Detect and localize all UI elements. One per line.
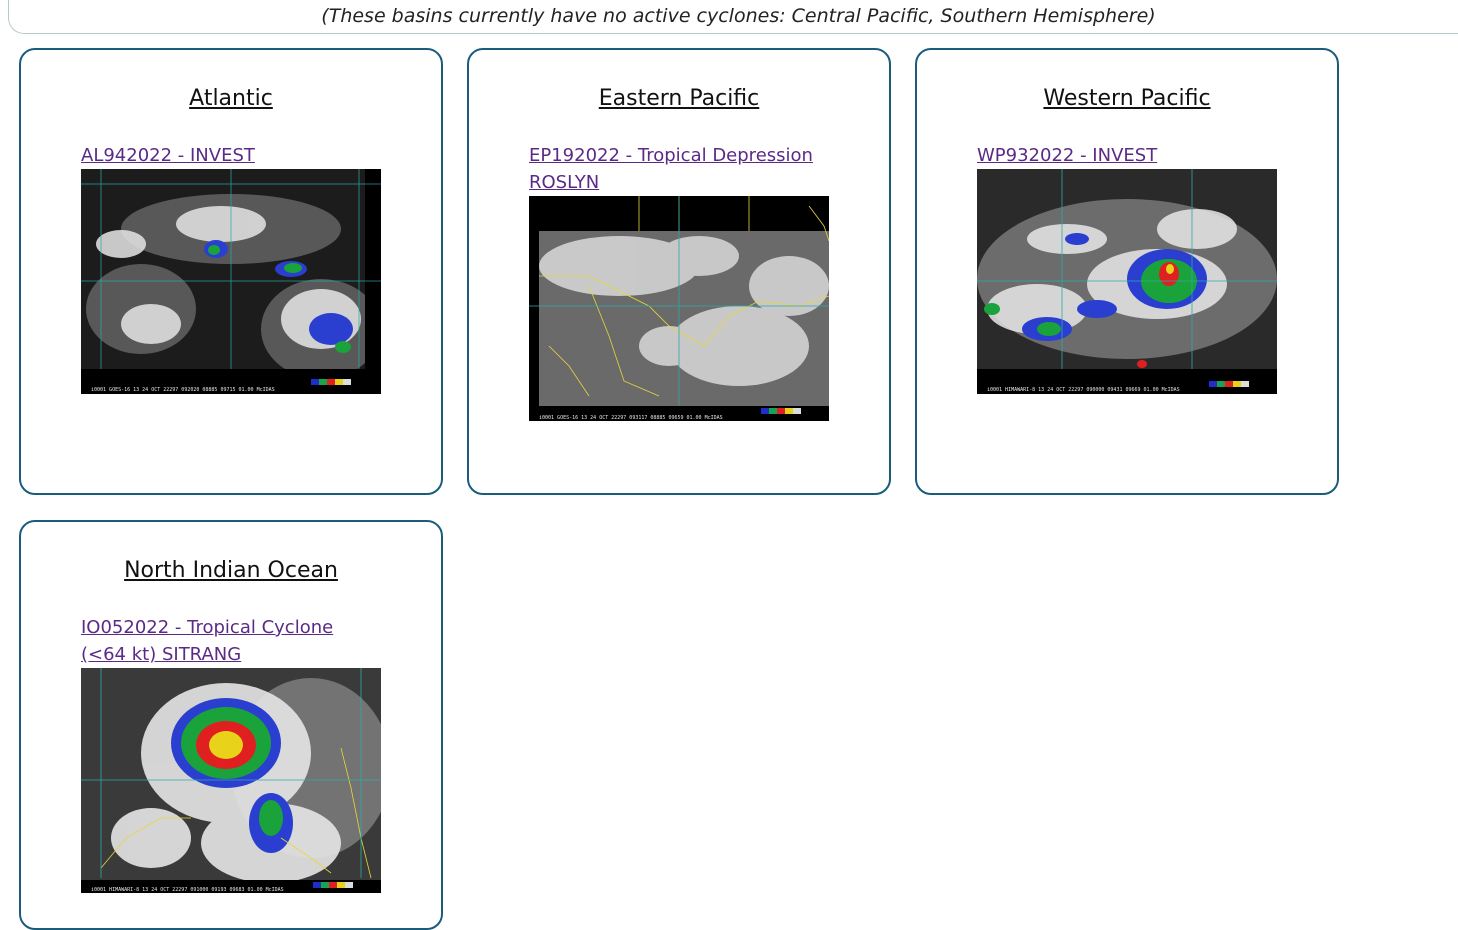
basin-title-north-indian-ocean: North Indian Ocean (124, 558, 338, 583)
basin-title-western-pacific: Western Pacific (1043, 86, 1211, 111)
basin-title-eastern-pacific: Eastern Pacific (598, 86, 760, 111)
no-active-cyclones-notice: (These basins currently have no active c… (8, 0, 1458, 34)
storm-link-ep192022[interactable]: EP192022 - Tropical Depression ROSLYN (529, 142, 829, 196)
satellite-caption-eastern-pacific: i0001 GOES-16 13 24 OCT 22297 093117 088… (539, 415, 723, 421)
basin-title-atlantic: Atlantic (189, 86, 273, 111)
basin-card-atlantic: Atlantic AL942022 - INVEST i0001 GOES-16 (19, 48, 443, 495)
storm-link-wp932022[interactable]: WP932022 - INVEST (977, 142, 1277, 169)
satellite-caption-north-indian-ocean: i0001 HIMAWARI-8 13 24 OCT 22297 091000 … (91, 887, 284, 893)
basin-card-western-pacific: Western Pacific WP932022 - INVEST i0001 … (915, 48, 1339, 495)
basin-card-eastern-pacific: Eastern Pacific EP192022 - Tropical Depr… (467, 48, 891, 495)
basin-card-north-indian-ocean: North Indian Ocean IO052022 - Tropical C… (19, 520, 443, 930)
satellite-caption-atlantic: i0001 GOES-16 13 24 OCT 22297 092020 088… (91, 387, 275, 393)
satellite-image-eastern-pacific[interactable]: i0001 GOES-16 13 24 OCT 22297 093117 088… (529, 196, 829, 421)
storm-link-io052022[interactable]: IO052022 - Tropical Cyclone (<64 kt) SIT… (81, 614, 381, 668)
satellite-image-western-pacific[interactable]: i0001 HIMAWARI-8 13 24 OCT 22297 090000 … (977, 169, 1277, 394)
storm-link-al942022[interactable]: AL942022 - INVEST (81, 142, 381, 169)
satellite-caption-western-pacific: i0001 HIMAWARI-8 13 24 OCT 22297 090000 … (987, 387, 1180, 393)
satellite-image-north-indian-ocean[interactable]: i0001 HIMAWARI-8 13 24 OCT 22297 091000 … (81, 668, 381, 893)
satellite-image-atlantic[interactable]: i0001 GOES-16 13 24 OCT 22297 092020 088… (81, 169, 381, 394)
